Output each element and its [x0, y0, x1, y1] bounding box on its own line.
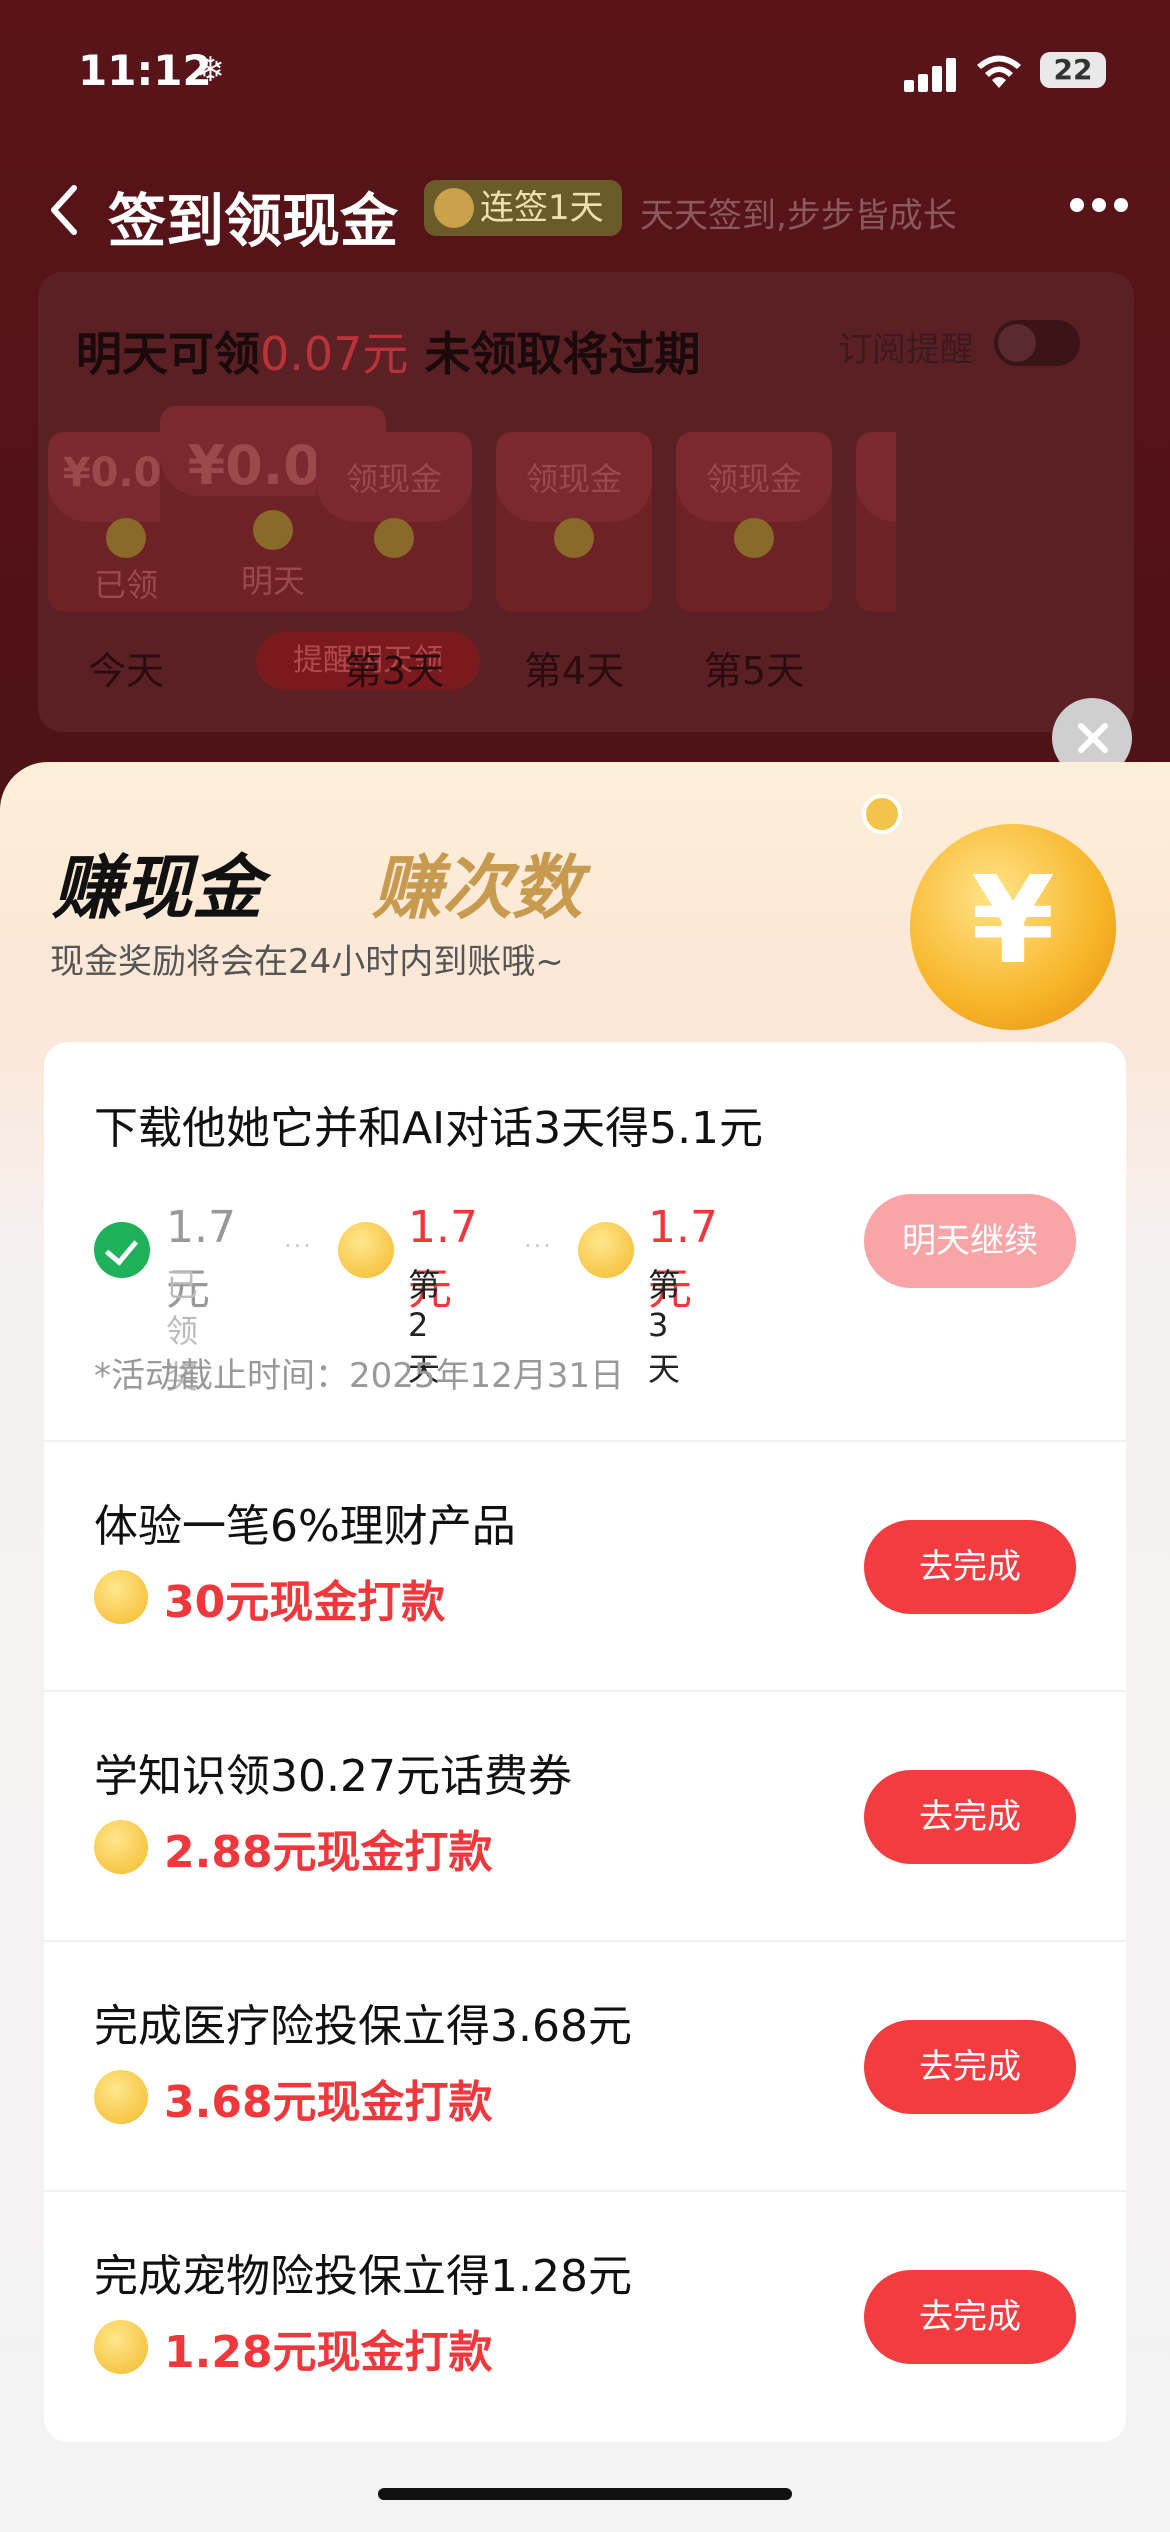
- coin-icon: [338, 1222, 394, 1278]
- task-item: 完成宠物险投保立得1.28元 1.28元现金打款 去完成: [44, 2192, 1126, 2442]
- check-icon: [94, 1222, 150, 1278]
- envelope-amount: 领现金: [705, 460, 802, 498]
- status-time: 11:12: [78, 46, 212, 95]
- step-label: 第3天: [648, 1266, 681, 1388]
- envelope-day-4: 领现金: [496, 432, 652, 612]
- task-title: 学知识领30.27元话费券: [94, 1751, 572, 1802]
- continue-tomorrow-button[interactable]: 明天继续: [864, 1194, 1076, 1288]
- title-suffix: 未领取将过期: [424, 327, 701, 381]
- task-list: 下载他她它并和AI对话3天得5.1元 1.7元 已领奖 ··· 1.7元 第2天…: [44, 1042, 1126, 2442]
- coin-icon: [862, 794, 902, 834]
- tab-earn-cash-label: 赚现金: [52, 847, 262, 929]
- coin-icon: [94, 2070, 148, 2124]
- task-item: 学知识领30.27元话费券 2.88元现金打款 去完成: [44, 1692, 1126, 1942]
- back-icon[interactable]: [44, 182, 84, 238]
- task-title: 完成医疗险投保立得3.68元: [94, 2001, 632, 2052]
- complete-button[interactable]: 去完成: [864, 2270, 1076, 2364]
- day-label: 第4天: [523, 649, 625, 693]
- seal-icon: [554, 518, 594, 558]
- sheet-subtitle: 现金奖励将会在24小时内到账哦~: [50, 942, 564, 982]
- reward-text: 3.68元现金打款: [164, 2077, 493, 2128]
- task-item: 下载他她它并和AI对话3天得5.1元 1.7元 已领奖 ··· 1.7元 第2天…: [44, 1042, 1126, 1442]
- signal-icon: [904, 56, 960, 92]
- envelope-day-6-partial: [856, 432, 896, 612]
- complete-button[interactable]: 去完成: [864, 1770, 1076, 1864]
- streak-badge: 连签1天: [424, 180, 622, 236]
- coin-icon: [94, 2320, 148, 2374]
- nav-subtitle: 天天签到,步步皆成长: [640, 196, 957, 236]
- sign-card-title: 明天可领0.07元 未领取将过期: [76, 318, 700, 384]
- nav-bar: 签到领现金 连签1天 天天签到,步步皆成长: [0, 170, 1170, 255]
- seal-icon: [734, 518, 774, 558]
- status-bar: 11:12 ❄ 22: [0, 0, 1170, 140]
- snowflake-icon: ❄: [196, 50, 225, 90]
- page-title: 签到领现金: [108, 187, 399, 255]
- reward-text: 2.88元现金打款: [164, 1827, 493, 1878]
- complete-button[interactable]: 去完成: [864, 2020, 1076, 2114]
- reward-text: 30元现金打款: [164, 1577, 446, 1628]
- task-title: 体验一笔6%理财产品: [94, 1501, 516, 1552]
- remind-label: 订阅提醒: [838, 330, 974, 370]
- complete-button[interactable]: 去完成: [864, 1520, 1076, 1614]
- day-label: 第5天: [703, 649, 805, 693]
- envelope-day-5: 领现金: [676, 432, 832, 612]
- title-amount: 0.07元: [260, 327, 409, 381]
- streak-label: 连签1天: [480, 188, 604, 228]
- tab-earn-count[interactable]: 赚次数: [372, 832, 582, 933]
- reward-text: 1.28元现金打款: [164, 2327, 493, 2378]
- seal-icon: [253, 510, 293, 550]
- envelope-amount: 领现金: [525, 460, 622, 498]
- deadline-note: *活动截止时间：2025年12月31日: [94, 1356, 625, 1396]
- task-sheet: 赚现金 赚次数 现金奖励将会在24小时内到账哦~ ¥ 下载他她它并和AI对话3天…: [0, 762, 1170, 2532]
- seal-icon: [106, 518, 146, 558]
- coin-icon: [94, 1820, 148, 1874]
- title-prefix: 明天可领: [76, 327, 260, 381]
- task-title: 下载他她它并和AI对话3天得5.1元: [94, 1103, 764, 1154]
- yen-coin-icon: ¥: [910, 824, 1116, 1030]
- task-title: 完成宠物险投保立得1.28元: [94, 2251, 632, 2302]
- envelope-amount: 领现金: [345, 460, 442, 498]
- seal-icon: [374, 518, 414, 558]
- day-label: 今天: [87, 649, 164, 693]
- wifi-icon: [977, 55, 1021, 88]
- coin-icon: [94, 1570, 148, 1624]
- tab-earn-cash[interactable]: 赚现金: [44, 832, 302, 933]
- sign-in-card: 明天可领0.07元 未领取将过期 订阅提醒 ¥0.01 已领 ¥0.07 明天 …: [38, 272, 1134, 732]
- remind-toggle[interactable]: [994, 320, 1080, 366]
- coin-icon: [578, 1222, 634, 1278]
- home-indicator: [378, 2488, 792, 2500]
- task-item: 体验一笔6%理财产品 30元现金打款 去完成: [44, 1442, 1126, 1692]
- more-icon[interactable]: [1070, 198, 1130, 218]
- battery-icon: 22: [1040, 52, 1106, 88]
- day-label: 第3天: [343, 649, 445, 693]
- envelope-day-3: 领现金: [316, 432, 472, 612]
- check-icon: [434, 188, 474, 228]
- task-item: 完成医疗险投保立得3.68元 3.68元现金打款 去完成: [44, 1942, 1126, 2192]
